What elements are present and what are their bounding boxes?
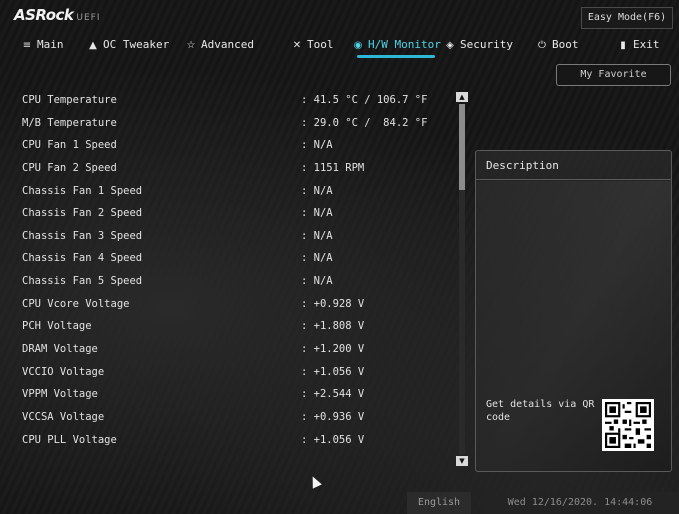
- description-title: Description: [476, 151, 671, 180]
- list-item[interactable]: VPPM Voltage : +2.544 V: [0, 384, 455, 407]
- brand-sub: UEFI: [76, 13, 101, 23]
- brand-logo: ASRock UEFI: [14, 6, 101, 28]
- item-value: : +1.056 V: [301, 365, 365, 378]
- item-value: : 1151 RPM: [301, 161, 365, 174]
- list-icon: ≡: [22, 40, 32, 51]
- easy-mode-button[interactable]: Easy Mode(F6): [581, 7, 673, 29]
- description-panel: Description Get details via QR code: [475, 150, 672, 472]
- item-value: : +1.056 V: [301, 433, 365, 446]
- tab-label: Security: [460, 38, 513, 51]
- scroll-thumb[interactable]: [459, 104, 465, 190]
- list-item[interactable]: CPU Fan 2 Speed : 1151 RPM: [0, 158, 455, 181]
- item-value: : N/A: [301, 139, 333, 152]
- item-value: : N/A: [301, 229, 333, 242]
- power-icon: ⏻: [538, 40, 546, 51]
- item-value: : N/A: [301, 207, 333, 220]
- item-value: : +2.544 V: [301, 388, 365, 401]
- rocket-icon: ▲: [89, 40, 97, 51]
- item-label: CPU PLL Voltage: [22, 433, 117, 446]
- top-bar: ASRock UEFI Easy Mode(F6) ≡ Main ▲ OC Tweak…: [0, 0, 679, 58]
- list-item[interactable]: Chassis Fan 3 Speed : N/A: [0, 226, 455, 249]
- tab-advanced[interactable]: ☆ Advanced: [184, 35, 254, 55]
- tab-boot[interactable]: ⏻ Boot: [535, 35, 579, 55]
- scroll-track[interactable]: [459, 104, 465, 454]
- my-favorite-button[interactable]: My Favorite: [556, 64, 671, 86]
- item-label: VPPM Voltage: [22, 388, 98, 401]
- active-tab-indicator: [357, 55, 435, 58]
- item-value: : +0.928 V: [301, 297, 365, 310]
- list-item[interactable]: M/B Temperature : 29.0 °C / 84.2 °F: [0, 113, 455, 136]
- list-item[interactable]: PCH Voltage : +1.808 V: [0, 316, 455, 339]
- item-value: : +1.200 V: [301, 343, 365, 356]
- brand-name: ASRock: [14, 6, 74, 24]
- item-label: Chassis Fan 1 Speed: [22, 184, 143, 197]
- monitor-icon: ◉: [353, 40, 363, 51]
- scroll-up-arrow-icon[interactable]: ▲: [456, 92, 468, 102]
- tab-label: H/W Monitor: [368, 38, 441, 51]
- item-label: DRAM Voltage: [22, 343, 98, 356]
- tab-exit[interactable]: ▮ Exit: [616, 35, 660, 55]
- tab-label: Boot: [552, 38, 579, 51]
- tab-hw-monitor[interactable]: ◉ H/W Monitor: [351, 35, 441, 58]
- tab-main[interactable]: ≡ Main: [20, 35, 64, 55]
- list-item[interactable]: Chassis Fan 5 Speed : N/A: [0, 271, 455, 294]
- list-scrollbar[interactable]: ▲ ▼: [456, 92, 468, 466]
- wrench-icon: ✕: [292, 40, 302, 51]
- shield-icon: ◈: [446, 40, 454, 51]
- list-item[interactable]: Chassis Fan 1 Speed : N/A: [0, 181, 455, 204]
- footer-bar: English Wed 12/16/2020. 14:44:06: [0, 492, 679, 514]
- tab-label: Advanced: [201, 38, 254, 51]
- item-label: Chassis Fan 4 Speed: [22, 252, 143, 265]
- item-value: : +0.936 V: [301, 410, 365, 423]
- date-time-display: Wed 12/16/2020. 14:44:06: [481, 492, 679, 514]
- item-label: VCCIO Voltage: [22, 365, 105, 378]
- tab-oc-tweaker[interactable]: ▲ OC Tweaker: [86, 35, 169, 55]
- language-button[interactable]: English: [407, 492, 471, 514]
- tab-label: Tool: [307, 38, 334, 51]
- list-item[interactable]: VCCIO Voltage : +1.056 V: [0, 362, 455, 385]
- list-item[interactable]: DRAM Voltage : +1.200 V: [0, 339, 455, 362]
- item-label: Chassis Fan 3 Speed: [22, 229, 143, 242]
- item-value: : N/A: [301, 252, 333, 265]
- list-item[interactable]: CPU Fan 1 Speed : N/A: [0, 135, 455, 158]
- item-label: Chassis Fan 5 Speed: [22, 275, 143, 288]
- item-label: M/B Temperature: [22, 116, 117, 129]
- item-label: Chassis Fan 2 Speed: [22, 207, 143, 220]
- tab-label: Exit: [633, 38, 660, 51]
- qr-caption: Get details via QR code: [486, 399, 595, 423]
- list-item[interactable]: CPU Vcore Voltage : +0.928 V: [0, 294, 455, 317]
- list-item[interactable]: Chassis Fan 2 Speed : N/A: [0, 203, 455, 226]
- item-label: VCCSA Voltage: [22, 410, 105, 423]
- mouse-cursor-icon: [308, 474, 322, 489]
- main-tabs: ≡ Main ▲ OC Tweaker ☆ Advanced ✕ Tool ◉ H/W M…: [0, 35, 679, 58]
- item-label: CPU Fan 2 Speed: [22, 161, 117, 174]
- item-value: : N/A: [301, 275, 333, 288]
- list-item[interactable]: Chassis Fan 4 Speed : N/A: [0, 248, 455, 271]
- qr-code-graphic: [605, 402, 651, 448]
- item-value: : +1.808 V: [301, 320, 365, 333]
- item-value: : 29.0 °C / 84.2 °F: [301, 116, 428, 129]
- exit-icon: ▮: [620, 40, 626, 51]
- item-label: PCH Voltage: [22, 320, 92, 333]
- item-label: CPU Vcore Voltage: [22, 297, 130, 310]
- tab-tool[interactable]: ✕ Tool: [290, 35, 334, 55]
- item-label: CPU Temperature: [22, 94, 117, 106]
- item-value: : N/A: [301, 184, 333, 197]
- qr-code-icon: [602, 399, 654, 451]
- item-label: CPU Fan 1 Speed: [22, 139, 117, 152]
- item-value: : 41.5 °C / 106.7 °F: [301, 94, 428, 106]
- scroll-down-arrow-icon[interactable]: ▼: [456, 456, 468, 466]
- tab-security[interactable]: ◈ Security: [443, 35, 513, 55]
- star-icon: ☆: [186, 40, 196, 51]
- list-item[interactable]: CPU PLL Voltage : +1.056 V: [0, 430, 455, 453]
- tab-label: OC Tweaker: [103, 38, 170, 51]
- list-item[interactable]: CPU Temperature : 41.5 °C / 106.7 °F: [0, 90, 455, 113]
- tab-label: Main: [37, 38, 64, 51]
- hw-monitor-list: CPU Temperature : 41.5 °C / 106.7 °F M/B …: [0, 90, 455, 452]
- list-item[interactable]: VCCSA Voltage : +0.936 V: [0, 407, 455, 430]
